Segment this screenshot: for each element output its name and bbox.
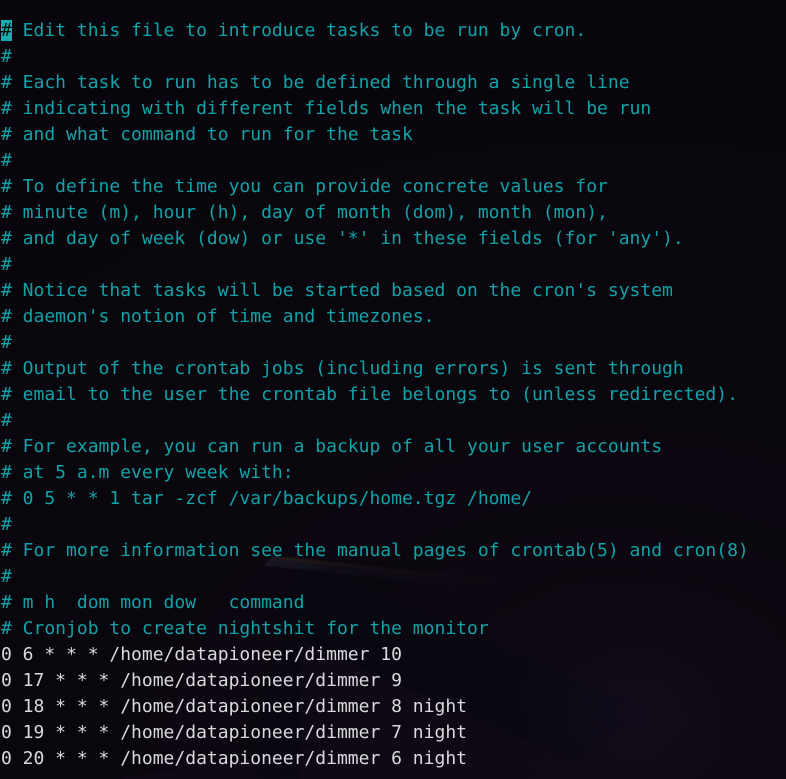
terminal-line[interactable]: #	[0, 330, 786, 356]
terminal-line[interactable]: 0 18 * * * /home/datapioneer/dimmer 8 ni…	[0, 694, 786, 720]
terminal-line[interactable]: # daemon's notion of time and timezones.	[0, 304, 786, 330]
cron-comment-text: #	[1, 46, 12, 67]
cron-entry-text: 0 6 * * * /home/datapioneer/dimmer 10	[1, 644, 402, 665]
terminal-line[interactable]: 0 20 * * * /home/datapioneer/dimmer 6 ni…	[0, 746, 786, 772]
terminal-line[interactable]: # For more information see the manual pa…	[0, 538, 786, 564]
terminal-line[interactable]: # indicating with different fields when …	[0, 96, 786, 122]
terminal-line[interactable]: # To define the time you can provide con…	[0, 174, 786, 200]
terminal-line[interactable]: # at 5 a.m every week with:	[0, 460, 786, 486]
terminal-line[interactable]: # Cronjob to create nightshit for the mo…	[0, 616, 786, 642]
cron-entry-text: 0 18 * * * /home/datapioneer/dimmer 8 ni…	[1, 696, 467, 717]
terminal-line[interactable]: # Notice that tasks will be started base…	[0, 278, 786, 304]
cron-comment-text: # Output of the crontab jobs (including …	[1, 358, 684, 379]
cron-comment-text: #	[1, 410, 12, 431]
terminal-line[interactable]: # m h dom mon dow command	[0, 590, 786, 616]
terminal-line[interactable]: # and what command to run for the task	[0, 122, 786, 148]
cron-comment-text: # Notice that tasks will be started base…	[1, 280, 673, 301]
cron-comment-text: # and day of week (dow) or use '*' in th…	[1, 228, 684, 249]
cron-comment-text: # email to the user the crontab file bel…	[1, 384, 738, 405]
cron-entry-text: 0 20 * * * /home/datapioneer/dimmer 6 ni…	[1, 748, 467, 769]
cron-comment-text: # For example, you can run a backup of a…	[1, 436, 663, 457]
terminal-line[interactable]: # Output of the crontab jobs (including …	[0, 356, 786, 382]
terminal-line[interactable]: 0 6 * * * /home/datapioneer/dimmer 10	[0, 642, 786, 668]
cron-comment-text: # m h dom mon dow command	[1, 592, 305, 613]
text-cursor: #	[1, 20, 12, 41]
cron-comment-text: # Cronjob to create nightshit for the mo…	[1, 618, 489, 639]
terminal-line[interactable]: 0 19 * * * /home/datapioneer/dimmer 7 ni…	[0, 720, 786, 746]
terminal-line[interactable]: 0 17 * * * /home/datapioneer/dimmer 9	[0, 668, 786, 694]
cron-entry-text: 0 17 * * * /home/datapioneer/dimmer 9	[1, 670, 402, 691]
terminal-line[interactable]: # Each task to run has to be defined thr…	[0, 70, 786, 96]
cron-comment-text: # 0 5 * * 1 tar -zcf /var/backups/home.t…	[1, 488, 533, 509]
terminal-line[interactable]: # 0 5 * * 1 tar -zcf /var/backups/home.t…	[0, 486, 786, 512]
cron-comment-text: # daemon's notion of time and timezones.	[1, 306, 435, 327]
cron-comment-text: # and what command to run for the task	[1, 124, 413, 145]
cron-comment-text: # To define the time you can provide con…	[1, 176, 608, 197]
terminal-line[interactable]: #	[0, 408, 786, 434]
cron-comment-text: #	[1, 150, 12, 171]
terminal-line[interactable]: #	[0, 512, 786, 538]
terminal-line[interactable]: #	[0, 44, 786, 70]
terminal-line[interactable]: # email to the user the crontab file bel…	[0, 382, 786, 408]
terminal-line[interactable]: # minute (m), hour (h), day of month (do…	[0, 200, 786, 226]
terminal-line[interactable]: #	[0, 252, 786, 278]
cron-comment-text: #	[1, 332, 12, 353]
terminal-line[interactable]: # and day of week (dow) or use '*' in th…	[0, 226, 786, 252]
cron-comment-text: #	[1, 566, 12, 587]
crontab-text-area[interactable]: # Edit this file to introduce tasks to b…	[0, 18, 786, 769]
terminal-line[interactable]: #	[0, 148, 786, 174]
cron-comment-text: # at 5 a.m every week with:	[1, 462, 294, 483]
cron-comment-text: Edit this file to introduce tasks to be …	[11, 20, 587, 41]
terminal-line[interactable]: # For example, you can run a backup of a…	[0, 434, 786, 460]
cron-comment-text: # indicating with different fields when …	[1, 98, 652, 119]
terminal-line[interactable]: #	[0, 564, 786, 590]
cron-comment-text: # Each task to run has to be defined thr…	[1, 72, 630, 93]
terminal-line[interactable]: # Edit this file to introduce tasks to b…	[0, 18, 786, 44]
cron-comment-text: #	[1, 514, 12, 535]
cron-comment-text: # For more information see the manual pa…	[1, 540, 749, 561]
cron-entry-text: 0 19 * * * /home/datapioneer/dimmer 7 ni…	[1, 722, 467, 743]
terminal-screen: # Edit this file to introduce tasks to b…	[0, 0, 786, 779]
cron-comment-text: # minute (m), hour (h), day of month (do…	[1, 202, 608, 223]
cron-comment-text: #	[1, 254, 12, 275]
